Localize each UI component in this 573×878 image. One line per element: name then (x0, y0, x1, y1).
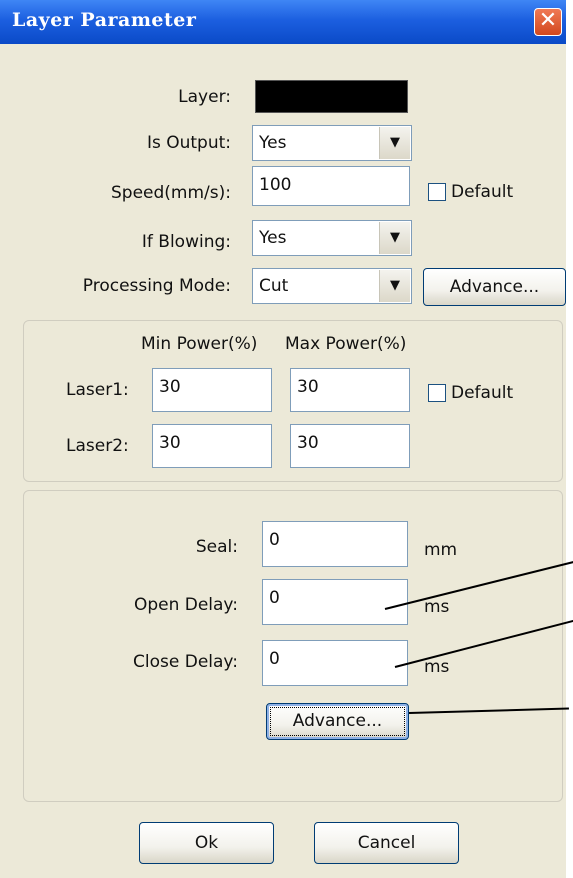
speed-default-label: Default (451, 182, 514, 202)
if-blowing-label: If Blowing: (141, 232, 231, 252)
close-delay-value: 0 (269, 649, 280, 669)
chevron-down-icon[interactable]: ▼ (379, 127, 410, 159)
layer-color-swatch (255, 80, 408, 113)
laser2-max-input[interactable]: 30 (290, 424, 410, 468)
speed-default-checkbox[interactable] (428, 183, 446, 201)
ok-button[interactable]: Ok (139, 822, 274, 864)
close-delay-label: Close Delay: (133, 652, 238, 672)
close-delay-input[interactable]: 0 (262, 640, 408, 686)
is-output-select[interactable]: Yes ▼ (252, 125, 412, 161)
delay-advance-button[interactable]: Advance... (266, 703, 409, 740)
laser1-max-input[interactable]: 30 (290, 368, 410, 412)
cancel-button[interactable]: Cancel (314, 822, 459, 864)
layer-parameter-dialog: Layer Parameter ✕ Layer: Is Output: Yes … (0, 0, 573, 878)
power-default-label: Default (451, 383, 514, 403)
is-output-label: Is Output: (146, 133, 231, 153)
processing-advance-button[interactable]: Advance... (423, 268, 566, 306)
laser2-max-value: 30 (297, 433, 319, 453)
close-icon: ✕ (538, 8, 558, 33)
is-output-value: Yes (259, 133, 287, 153)
dialog-title: Layer Parameter (12, 9, 197, 31)
speed-input[interactable]: 100 (252, 166, 410, 206)
seal-unit: mm (424, 540, 458, 560)
layer-label: Layer: (178, 87, 231, 107)
processing-mode-select[interactable]: Cut ▼ (252, 268, 412, 304)
laser1-min-value: 30 (159, 377, 181, 397)
laser1-max-value: 30 (297, 377, 319, 397)
chevron-down-icon[interactable]: ▼ (379, 222, 410, 254)
processing-mode-value: Cut (259, 276, 289, 296)
laser1-min-input[interactable]: 30 (152, 368, 272, 412)
seal-value: 0 (269, 530, 280, 550)
close-delay-unit: ms (424, 657, 450, 677)
if-blowing-select[interactable]: Yes ▼ (252, 220, 412, 256)
title-bar[interactable]: Layer Parameter ✕ (0, 0, 566, 44)
open-delay-label: Open Delay: (133, 595, 238, 615)
min-power-header: Min Power(%) (141, 334, 258, 354)
open-delay-unit: ms (424, 597, 450, 617)
open-delay-value: 0 (269, 588, 280, 608)
speed-label: Speed(mm/s): (111, 183, 231, 203)
if-blowing-value: Yes (259, 228, 287, 248)
chevron-down-icon[interactable]: ▼ (379, 270, 410, 302)
speed-value: 100 (259, 175, 292, 195)
laser1-label: Laser1: (66, 380, 129, 400)
close-button[interactable]: ✕ (534, 8, 562, 36)
power-default-checkbox[interactable] (428, 384, 446, 402)
processing-mode-label: Processing Mode: (82, 276, 231, 296)
seal-label: Seal: (195, 537, 238, 557)
seal-input[interactable]: 0 (262, 521, 408, 567)
open-delay-input[interactable]: 0 (262, 579, 408, 625)
laser2-min-value: 30 (159, 433, 181, 453)
laser2-label: Laser2: (66, 436, 129, 456)
laser2-min-input[interactable]: 30 (152, 424, 272, 468)
max-power-header: Max Power(%) (285, 334, 407, 354)
